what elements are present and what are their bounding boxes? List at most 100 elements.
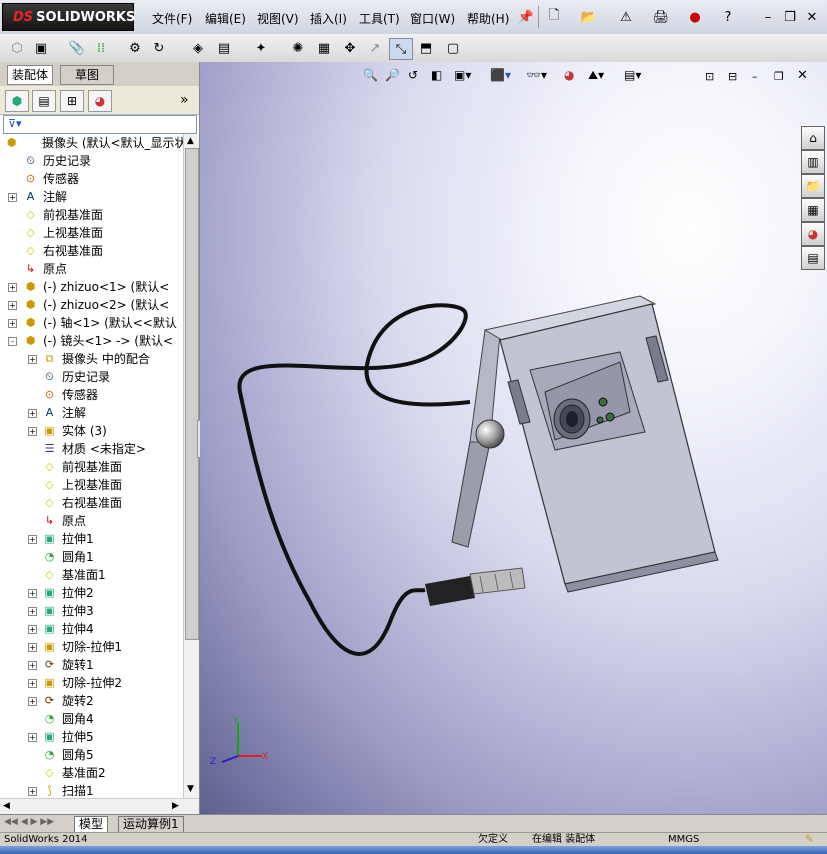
- mate-icon[interactable]: 📎: [66, 38, 88, 58]
- solidworks-logo[interactable]: DS SOLIDWORKS: [2, 3, 135, 31]
- tree-item[interactable]: + ▣ 拉伸3: [0, 602, 183, 620]
- scroll-left-icon[interactable]: ◀: [3, 801, 10, 811]
- explode-line-icon[interactable]: ↗: [364, 38, 386, 58]
- tree-item[interactable]: ◇ 上视基准面: [0, 224, 183, 242]
- help-icon[interactable]: ?: [717, 7, 739, 27]
- pattern-icon[interactable]: ⁞⁞: [90, 38, 112, 58]
- tree-item[interactable]: ◔ 圆角5: [0, 746, 183, 764]
- scroll-right-icon[interactable]: ▶: [172, 801, 179, 811]
- expand-icon[interactable]: +: [8, 319, 17, 328]
- scrollbar-thumb[interactable]: [185, 148, 199, 640]
- move-component-icon[interactable]: ↻: [148, 38, 170, 58]
- restore-icon[interactable]: ❐: [779, 7, 801, 27]
- menu-help[interactable]: 帮助(H): [467, 10, 509, 27]
- webcam-model[interactable]: [200, 62, 827, 822]
- traffic-light-icon[interactable]: ●: [684, 7, 706, 27]
- file-explorer-icon[interactable]: 📁: [801, 174, 825, 198]
- insert-component-icon[interactable]: ▣: [30, 38, 52, 58]
- assembly-features-icon[interactable]: ▤: [213, 38, 235, 58]
- tree-item[interactable]: ↳ 原点: [0, 512, 183, 530]
- menu-window[interactable]: 窗口(W): [410, 10, 455, 27]
- tree-item[interactable]: + ⟳ 旋转2: [0, 692, 183, 710]
- appearances-icon[interactable]: ◕: [801, 222, 825, 246]
- expand-icon[interactable]: +: [28, 733, 37, 742]
- resources-icon[interactable]: ⌂: [801, 126, 825, 150]
- exploded-view-icon[interactable]: ✥: [339, 38, 361, 58]
- tab-motion-study[interactable]: 运动算例1: [118, 816, 184, 833]
- tree-item[interactable]: ⏲ 历史记录: [0, 368, 183, 386]
- tree-item[interactable]: ⬢ 摄像头 (默认<默认_显示状: [0, 134, 183, 152]
- instant3d-icon[interactable]: ▢: [442, 38, 464, 58]
- menu-edit[interactable]: 编辑(E): [205, 10, 246, 27]
- status-units[interactable]: MMGS: [668, 833, 699, 847]
- clearance-verification-icon[interactable]: ⬒: [415, 38, 437, 58]
- tree-item[interactable]: ◇ 上视基准面: [0, 476, 183, 494]
- tree-vertical-scrollbar[interactable]: ▲ ▼: [183, 134, 199, 798]
- tree-item[interactable]: + ▣ 拉伸1: [0, 530, 183, 548]
- tree-item[interactable]: ◔ 圆角4: [0, 710, 183, 728]
- configuration-manager-icon[interactable]: ⊞: [60, 90, 84, 112]
- property-manager-icon[interactable]: ▤: [32, 90, 56, 112]
- tree-item[interactable]: ↳ 原点: [0, 260, 183, 278]
- pin-icon[interactable]: 📌: [515, 7, 537, 27]
- reference-geometry-icon[interactable]: ✦: [250, 38, 272, 58]
- rebuild-warning-icon[interactable]: ⚠: [615, 7, 637, 27]
- tab-nav-icons[interactable]: ◀◀ ◀ ▶ ▶▶: [4, 817, 54, 827]
- tree-item[interactable]: + ⬢ (-) zhizuo<2> (默认<: [0, 296, 183, 314]
- smart-fasteners-icon[interactable]: ⚙: [124, 38, 146, 58]
- expand-icon[interactable]: +: [28, 787, 37, 796]
- bill-of-materials-icon[interactable]: ▦: [313, 38, 335, 58]
- view-palette-icon[interactable]: ▦: [801, 198, 825, 222]
- tree-item[interactable]: + ▣ 实体 (3): [0, 422, 183, 440]
- tree-item[interactable]: - ⬢ (-) 镜头<1> -> (默认<: [0, 332, 183, 350]
- tree-item[interactable]: ⏲ 历史记录: [0, 152, 183, 170]
- collapse-icon[interactable]: -: [8, 337, 17, 346]
- expand-icon[interactable]: +: [28, 625, 37, 634]
- expand-icon[interactable]: +: [28, 409, 37, 418]
- expand-icon[interactable]: +: [28, 427, 37, 436]
- menu-tools[interactable]: 工具(T): [359, 10, 400, 27]
- close-icon[interactable]: ✕: [801, 7, 823, 27]
- expand-icon[interactable]: +: [28, 535, 37, 544]
- new-motion-study-icon[interactable]: ✺: [287, 38, 309, 58]
- tree-item[interactable]: ◇ 前视基准面: [0, 458, 183, 476]
- tab-assembly[interactable]: 装配体: [7, 65, 54, 85]
- expand-icon[interactable]: +: [8, 283, 17, 292]
- expand-icon[interactable]: +: [8, 301, 17, 310]
- tree-item[interactable]: ⊙ 传感器: [0, 386, 183, 404]
- tree-item[interactable]: + A 注解: [0, 404, 183, 422]
- tree-item[interactable]: + A 注解: [0, 188, 183, 206]
- expand-arrows-icon[interactable]: »: [180, 92, 189, 108]
- minimize-icon[interactable]: –: [757, 7, 779, 27]
- display-manager-icon[interactable]: ◕: [88, 90, 112, 112]
- menu-insert[interactable]: 插入(I): [310, 10, 347, 27]
- tab-sketch[interactable]: 草图: [60, 65, 114, 85]
- expand-icon[interactable]: +: [28, 589, 37, 598]
- show-hidden-icon[interactable]: ◈: [187, 38, 209, 58]
- tree-item[interactable]: + ▣ 切除-拉伸2: [0, 674, 183, 692]
- tree-item[interactable]: + ⟆ 扫描1: [0, 782, 183, 798]
- interference-detection-icon[interactable]: ⤡: [389, 38, 413, 60]
- menu-view[interactable]: 视图(V): [257, 10, 299, 27]
- feature-manager-icon[interactable]: ⬢: [5, 90, 29, 112]
- tree-item[interactable]: ◇ 基准面2: [0, 764, 183, 782]
- filter-icon[interactable]: ⊽▾: [8, 116, 22, 132]
- scroll-down-icon[interactable]: ▼: [187, 784, 194, 794]
- design-library-icon[interactable]: ▥: [801, 150, 825, 174]
- print-icon[interactable]: 🖨: [650, 7, 672, 27]
- open-folder-icon[interactable]: 📂: [578, 7, 600, 27]
- new-document-icon[interactable]: 🗋: [543, 7, 565, 27]
- tree-item[interactable]: + ▣ 拉伸2: [0, 584, 183, 602]
- tree-item[interactable]: + ⬢ (-) 轴<1> (默认<<默认: [0, 314, 183, 332]
- tab-model[interactable]: 模型: [74, 816, 109, 833]
- tree-item[interactable]: ◔ 圆角1: [0, 548, 183, 566]
- tree-item[interactable]: + ⟳ 旋转1: [0, 656, 183, 674]
- status-help-icon[interactable]: ✎: [805, 833, 813, 847]
- expand-icon[interactable]: +: [28, 643, 37, 652]
- expand-icon[interactable]: +: [28, 679, 37, 688]
- tree-item[interactable]: + ▣ 拉伸4: [0, 620, 183, 638]
- tree-horizontal-scrollbar[interactable]: ◀ ▶: [0, 798, 199, 815]
- tree-item[interactable]: ☰ 材质 <未指定>: [0, 440, 183, 458]
- tree-item[interactable]: ◇ 基准面1: [0, 566, 183, 584]
- expand-icon[interactable]: +: [28, 661, 37, 670]
